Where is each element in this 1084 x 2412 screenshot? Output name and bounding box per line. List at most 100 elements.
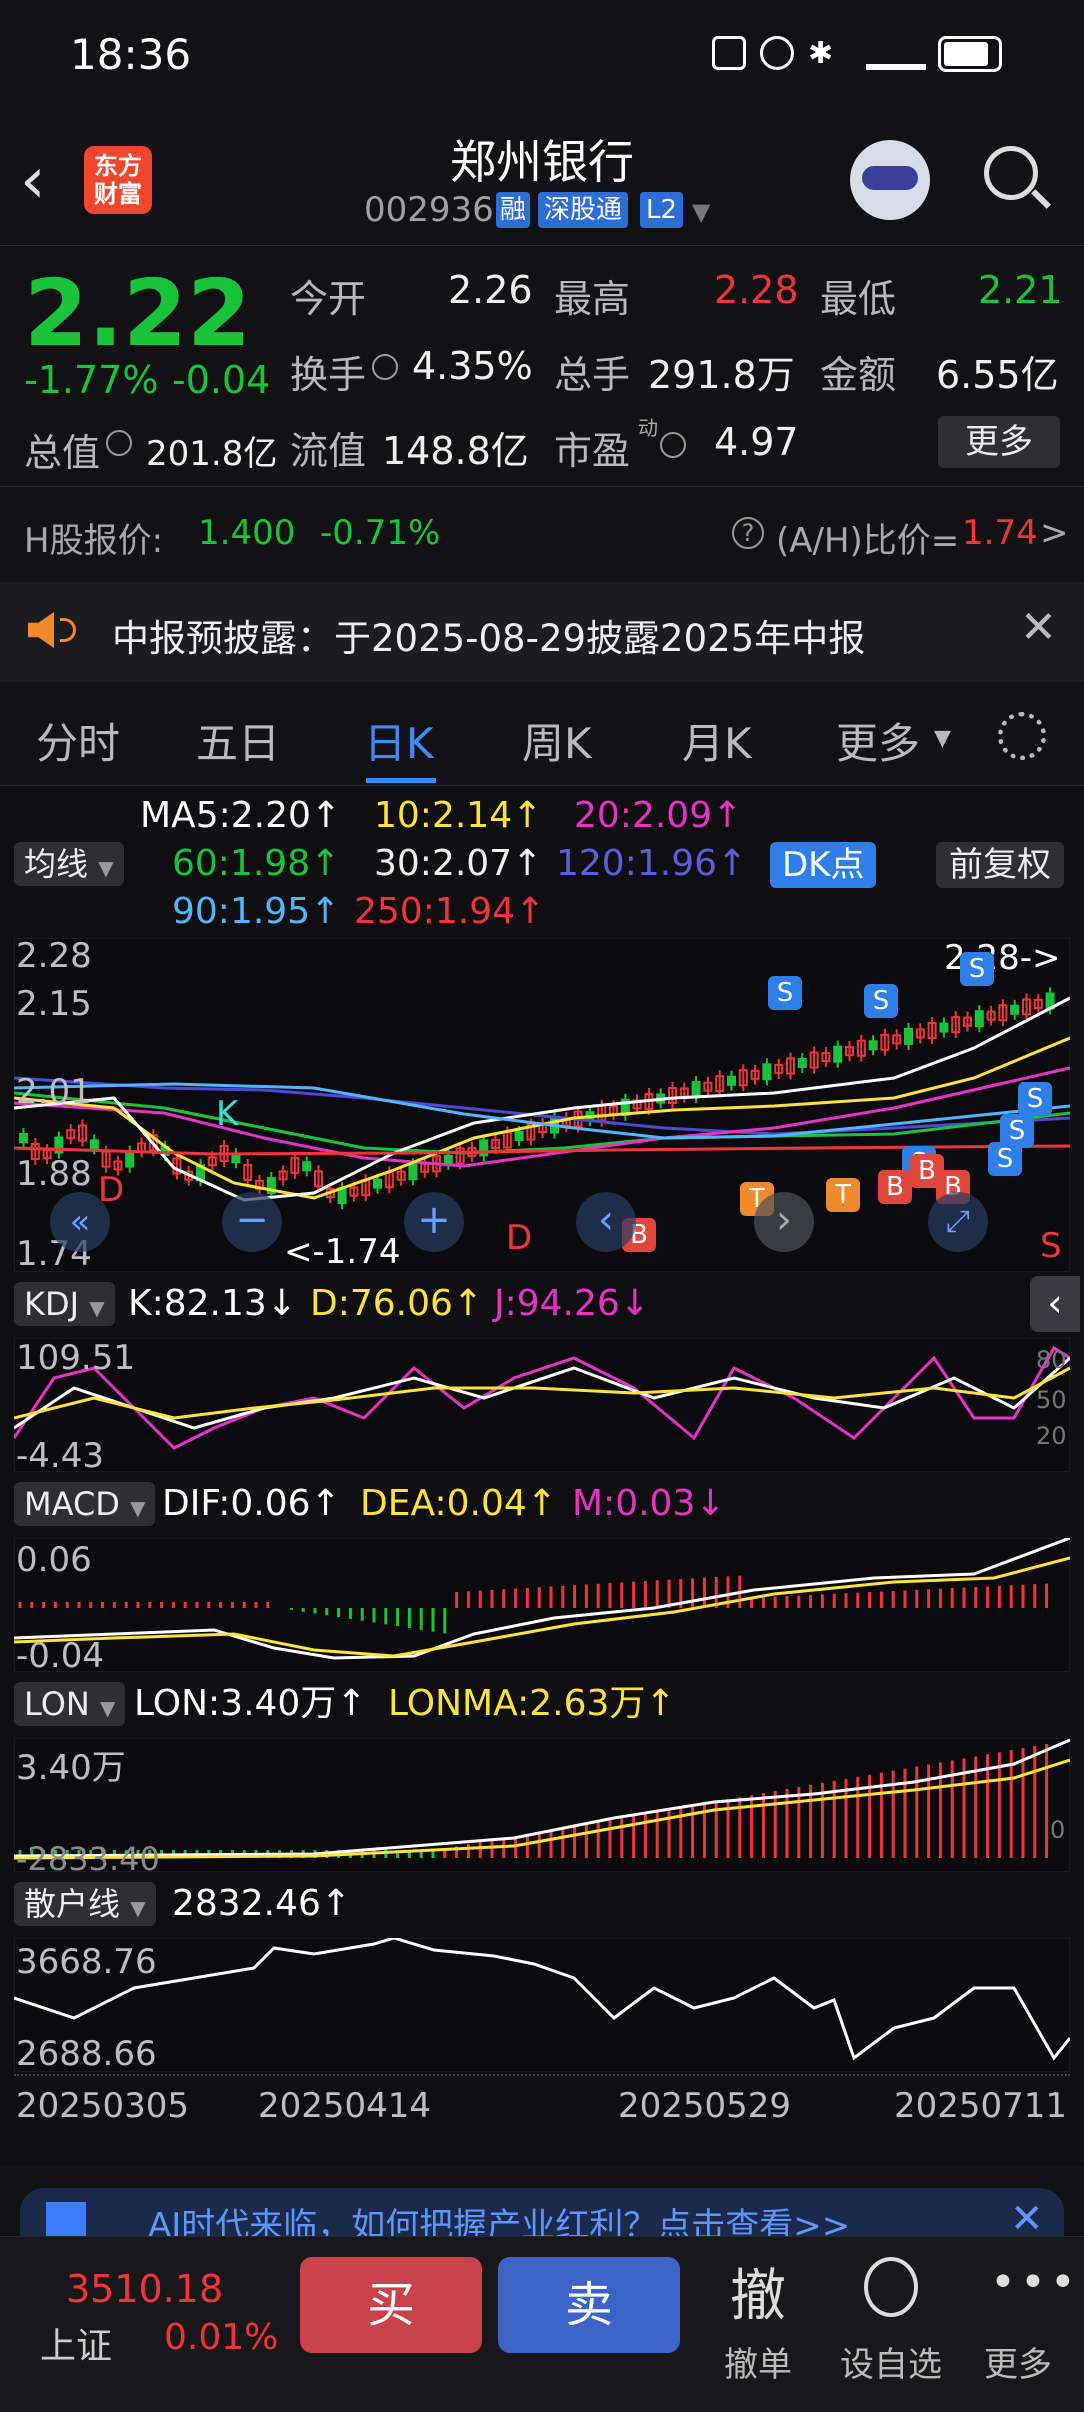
zoom-out-button[interactable]: −: [222, 1192, 282, 1252]
index-pct[interactable]: 0.01%: [164, 2317, 278, 2358]
tab-more[interactable]: 更多: [836, 710, 920, 771]
kline-chart[interactable]: [14, 938, 1070, 1272]
tab-daily-k[interactable]: 日K: [364, 710, 434, 771]
hshare-label: H股报价:: [24, 521, 164, 561]
retail-selector-button[interactable]: 散户线 ▼: [14, 1882, 156, 1926]
lon-btn-label: LON: [24, 1685, 90, 1723]
signal-s-badge[interactable]: S: [988, 1142, 1022, 1176]
retail-y-bot: 2688.66: [16, 2034, 157, 2074]
signal-s-badge[interactable]: S: [960, 952, 994, 986]
add-watchlist-label[interactable]: 设自选: [840, 2337, 942, 2386]
kline-y-3: 2.01: [16, 1072, 92, 1112]
tab-intraday[interactable]: 分时: [36, 710, 120, 771]
ma-selector-button[interactable]: 均线 ▼: [14, 842, 124, 886]
scroll-left-button[interactable]: ‹: [576, 1192, 636, 1252]
macd-dea-value: DEA:0.04↑: [360, 1483, 557, 1524]
kdj-selector-button[interactable]: KDJ ▼: [14, 1282, 115, 1326]
chevron-right-icon[interactable]: >: [1040, 513, 1069, 553]
quote-panel: 2.22 -1.77% -0.04 总值 201.8亿 今开 2.26 最高 2…: [0, 246, 1084, 486]
float-label: 流值: [290, 429, 367, 473]
high-value: 2.28: [714, 268, 799, 312]
ma120-value: 120:1.96↑: [556, 843, 748, 884]
ma5-value: MA5:2.20↑: [140, 795, 342, 836]
gear-icon[interactable]: [998, 712, 1046, 760]
change-abs: -0.04: [172, 358, 271, 402]
status-bar: 18:36 ✱: [0, 0, 1084, 120]
ma90-value: 90:1.95↑: [172, 891, 341, 932]
dk-point-button[interactable]: DK点: [770, 842, 877, 888]
open-label: 今开: [290, 277, 367, 321]
period-tabs: 分时 五日 日K 周K 月K 更多 ▼: [0, 682, 1084, 786]
date-label-0: 20250305: [16, 2086, 190, 2126]
hshare-row[interactable]: H股报价: 1.400 -0.71% ? (A/H)比价= 1.74 >: [0, 486, 1084, 582]
nfc-icon: [712, 36, 746, 70]
ad-banner[interactable]: AI时代来临，如何把握产业红利？点击查看>> ✕: [20, 2188, 1064, 2236]
lon-selector-button[interactable]: LON ▼: [14, 1682, 126, 1726]
signal-b-badge[interactable]: B: [878, 1170, 912, 1204]
hshare-pct: -0.71%: [320, 513, 441, 553]
help-icon[interactable]: ?: [732, 517, 764, 549]
retail-chart: [14, 1938, 1070, 2072]
ma30-value: 30:2.07↑: [374, 843, 543, 884]
kdj-y-top: 109.51: [16, 1338, 135, 1378]
date-axis-ticks: [14, 2074, 1070, 2082]
fullscreen-icon[interactable]: ⤢: [928, 1192, 988, 1252]
more-label[interactable]: 更多: [984, 2337, 1052, 2386]
cancel-order-icon[interactable]: 撤: [730, 2251, 786, 2332]
lon-zero: 0: [1050, 1816, 1066, 1844]
kdj-ref-20: 20: [1036, 1422, 1067, 1450]
signal-s-badge[interactable]: S: [864, 984, 898, 1018]
tab-weekly-k[interactable]: 周K: [522, 710, 592, 771]
buy-button[interactable]: 买: [300, 2257, 482, 2353]
chart-area: MA5:2.20↑ 10:2.14↑ 20:2.09↑ 均线 ▼ 60:1.98…: [0, 786, 1084, 2166]
signal-s-badge[interactable]: S: [768, 976, 802, 1010]
ma-btn-label: 均线: [24, 845, 89, 883]
index-value[interactable]: 3510.18: [66, 2267, 223, 2311]
info-icon[interactable]: [106, 430, 132, 456]
close-icon[interactable]: ✕: [1010, 2196, 1044, 2236]
volume-label: 总手: [554, 353, 631, 397]
signal-t-badge[interactable]: T: [826, 1178, 860, 1212]
add-watchlist-icon[interactable]: [864, 2257, 918, 2317]
kline-mark-s: S: [1040, 1226, 1062, 1266]
macd-chart: [14, 1538, 1070, 1672]
lon-chart: [14, 1738, 1070, 1872]
pe-value: 4.97: [714, 420, 799, 464]
hshare-price: 1.400: [198, 513, 296, 553]
cancel-order-label[interactable]: 撤单: [724, 2337, 792, 2386]
chevron-down-icon: ▼: [934, 726, 951, 751]
index-name[interactable]: 上证: [40, 2317, 112, 2369]
collapse-panel-button[interactable]: ‹: [1030, 1276, 1080, 1332]
search-icon[interactable]: [984, 146, 1038, 200]
info-icon[interactable]: [660, 432, 686, 458]
notice-bar[interactable]: 中报预披露：于2025-08-29披露2025年中报 ✕: [0, 582, 1084, 682]
amount-value: 6.55亿: [936, 353, 1059, 397]
robot-assistant-icon[interactable]: [850, 140, 930, 220]
sell-button[interactable]: 卖: [498, 2257, 680, 2353]
macd-selector-button[interactable]: MACD ▼: [14, 1482, 156, 1526]
signal-s-badge[interactable]: S: [1018, 1082, 1052, 1116]
tag-connect: 深股通: [538, 192, 629, 228]
scroll-left-fast-button[interactable]: «: [50, 1192, 110, 1252]
search-icon-handle: [1031, 189, 1051, 209]
scroll-right-button[interactable]: ›: [754, 1192, 814, 1252]
battery-icon: [938, 36, 1002, 72]
close-icon[interactable]: ✕: [1020, 602, 1057, 653]
info-icon[interactable]: [372, 354, 398, 380]
more-dots-icon[interactable]: •••: [990, 2257, 1080, 2308]
tab-monthly-k[interactable]: 月K: [682, 710, 752, 771]
low-value: 2.21: [978, 268, 1063, 312]
header: ‹ 东方 财富 郑州银行 002936 融 深股通 L2 ▼: [0, 120, 1084, 246]
chevron-down-icon[interactable]: ▼: [692, 198, 710, 226]
adjust-button[interactable]: 前复权: [936, 842, 1064, 888]
zoom-in-button[interactable]: +: [404, 1192, 464, 1252]
bluetooth-icon: ✱: [808, 36, 834, 71]
retail-value: 2832.46↑: [172, 1883, 352, 1924]
ma250-value: 250:1.94↑: [354, 891, 546, 932]
tab-5day[interactable]: 五日: [196, 710, 280, 771]
ma20-value: 20:2.09↑: [574, 795, 743, 836]
turnover-label: 换手: [290, 353, 367, 397]
low-label: 最低: [820, 277, 897, 321]
turnover-value: 4.35%: [412, 344, 533, 388]
more-button[interactable]: 更多: [938, 416, 1060, 468]
